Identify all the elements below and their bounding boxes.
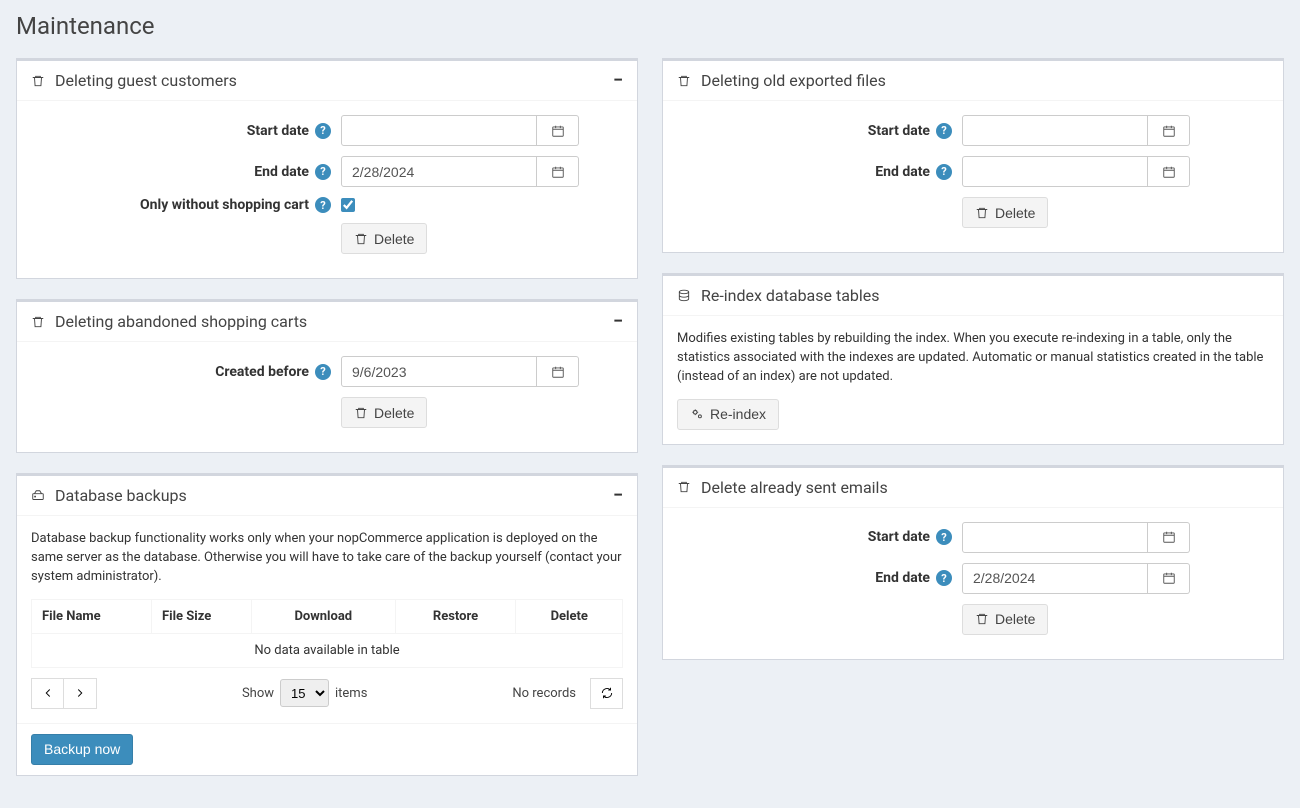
help-icon[interactable]: ? xyxy=(936,529,952,545)
exported-start-date-input[interactable] xyxy=(962,115,1148,146)
collapse-toggle[interactable]: − xyxy=(613,487,623,505)
page-title: Maintenance xyxy=(16,12,1284,40)
delete-exported-button[interactable]: Delete xyxy=(962,197,1048,228)
calendar-icon xyxy=(551,124,565,138)
button-label: Re-index xyxy=(710,406,766,422)
button-label: Delete xyxy=(374,231,414,247)
table-header-row: File Name File Size Download Restore Del… xyxy=(32,599,623,633)
delete-carts-button[interactable]: Delete xyxy=(341,397,427,428)
calendar-icon-button[interactable] xyxy=(537,156,579,187)
col-download: Download xyxy=(252,599,396,633)
trash-icon xyxy=(975,206,989,220)
button-label: Delete xyxy=(995,205,1035,221)
calendar-icon-button[interactable] xyxy=(537,115,579,146)
trash-icon xyxy=(31,74,45,88)
pager-next-button[interactable] xyxy=(64,678,97,709)
delete-emails-button[interactable]: Delete xyxy=(962,604,1048,635)
guest-start-date-input[interactable] xyxy=(341,115,537,146)
calendar-icon xyxy=(551,165,565,179)
card-abandoned-carts: Deleting abandoned shopping carts − Crea… xyxy=(16,299,638,453)
trash-icon xyxy=(354,232,368,246)
button-label: Delete xyxy=(374,405,414,421)
col-file-name: File Name xyxy=(32,599,152,633)
trash-icon xyxy=(354,406,368,420)
label-created-before: Created before xyxy=(215,364,309,380)
caret-right-icon xyxy=(73,686,87,700)
calendar-icon xyxy=(1162,530,1176,544)
card-reindex: Re-index database tables Modifies existi… xyxy=(662,273,1284,445)
database-icon xyxy=(677,289,691,303)
col-delete: Delete xyxy=(516,599,623,633)
collapse-toggle[interactable]: − xyxy=(613,72,623,90)
exported-end-date-input[interactable] xyxy=(962,156,1148,187)
help-icon[interactable]: ? xyxy=(315,364,331,380)
no-data-text: No data available in table xyxy=(32,633,623,667)
caret-left-icon xyxy=(41,686,55,700)
label-start-date: Start date xyxy=(868,123,930,139)
help-icon[interactable]: ? xyxy=(315,123,331,139)
help-icon[interactable]: ? xyxy=(936,123,952,139)
emails-start-date-input[interactable] xyxy=(962,522,1148,553)
card-title: Delete already sent emails xyxy=(701,478,888,497)
calendar-icon xyxy=(551,365,565,379)
col-file-size: File Size xyxy=(152,599,252,633)
label-end-date: End date xyxy=(875,164,930,180)
label-start-date: Start date xyxy=(868,529,930,545)
help-icon[interactable]: ? xyxy=(315,164,331,180)
gears-icon xyxy=(690,407,704,421)
carts-created-before-input[interactable] xyxy=(341,356,537,387)
page-size-select[interactable]: 15 xyxy=(280,679,329,707)
backup-now-button[interactable]: Backup now xyxy=(31,734,133,765)
help-icon[interactable]: ? xyxy=(315,197,331,213)
label-only-without-cart: Only without shopping cart xyxy=(140,197,309,213)
trash-icon xyxy=(975,612,989,626)
card-title: Database backups xyxy=(55,486,187,505)
calendar-icon-button[interactable] xyxy=(1148,156,1190,187)
emails-end-date-input[interactable] xyxy=(962,563,1148,594)
show-label: Show xyxy=(242,686,274,701)
hard-drive-icon xyxy=(31,489,45,503)
trash-icon xyxy=(677,480,691,494)
card-exported-files: Deleting old exported files Start date ? xyxy=(662,58,1284,253)
calendar-icon-button[interactable] xyxy=(1148,522,1190,553)
help-icon[interactable]: ? xyxy=(936,570,952,586)
calendar-icon xyxy=(1162,165,1176,179)
button-label: Delete xyxy=(995,611,1035,627)
trash-icon xyxy=(677,74,691,88)
refresh-button[interactable] xyxy=(590,678,623,709)
reindex-note: Modifies existing tables by rebuilding t… xyxy=(677,330,1269,387)
no-records-text: No records xyxy=(512,686,576,701)
calendar-icon xyxy=(1162,124,1176,138)
label-end-date: End date xyxy=(875,570,930,586)
calendar-icon-button[interactable] xyxy=(537,356,579,387)
help-icon[interactable]: ? xyxy=(936,164,952,180)
table-row-empty: No data available in table xyxy=(32,633,623,667)
reindex-button[interactable]: Re-index xyxy=(677,399,779,430)
label-start-date: Start date xyxy=(247,123,309,139)
label-end-date: End date xyxy=(254,164,309,180)
card-title: Deleting old exported files xyxy=(701,71,886,90)
delete-guest-button[interactable]: Delete xyxy=(341,223,427,254)
collapse-toggle[interactable]: − xyxy=(613,313,623,331)
guest-end-date-input[interactable] xyxy=(341,156,537,187)
calendar-icon-button[interactable] xyxy=(1148,563,1190,594)
card-title: Re-index database tables xyxy=(701,286,880,305)
col-restore: Restore xyxy=(395,599,516,633)
card-database-backups: Database backups − Database backup funct… xyxy=(16,473,638,776)
pager-prev-button[interactable] xyxy=(31,678,64,709)
backup-note: Database backup functionality works only… xyxy=(31,530,623,587)
refresh-icon xyxy=(600,686,614,700)
card-sent-emails: Delete already sent emails Start date ? xyxy=(662,465,1284,660)
calendar-icon xyxy=(1162,571,1176,585)
card-title: Deleting guest customers xyxy=(55,71,237,90)
backups-table: File Name File Size Download Restore Del… xyxy=(31,599,623,668)
calendar-icon-button[interactable] xyxy=(1148,115,1190,146)
card-title: Deleting abandoned shopping carts xyxy=(55,312,307,331)
items-label: items xyxy=(335,686,367,701)
only-without-cart-checkbox[interactable] xyxy=(341,198,355,212)
card-guest-customers: Deleting guest customers − Start date ? xyxy=(16,58,638,279)
button-label: Backup now xyxy=(44,741,120,757)
trash-icon xyxy=(31,315,45,329)
